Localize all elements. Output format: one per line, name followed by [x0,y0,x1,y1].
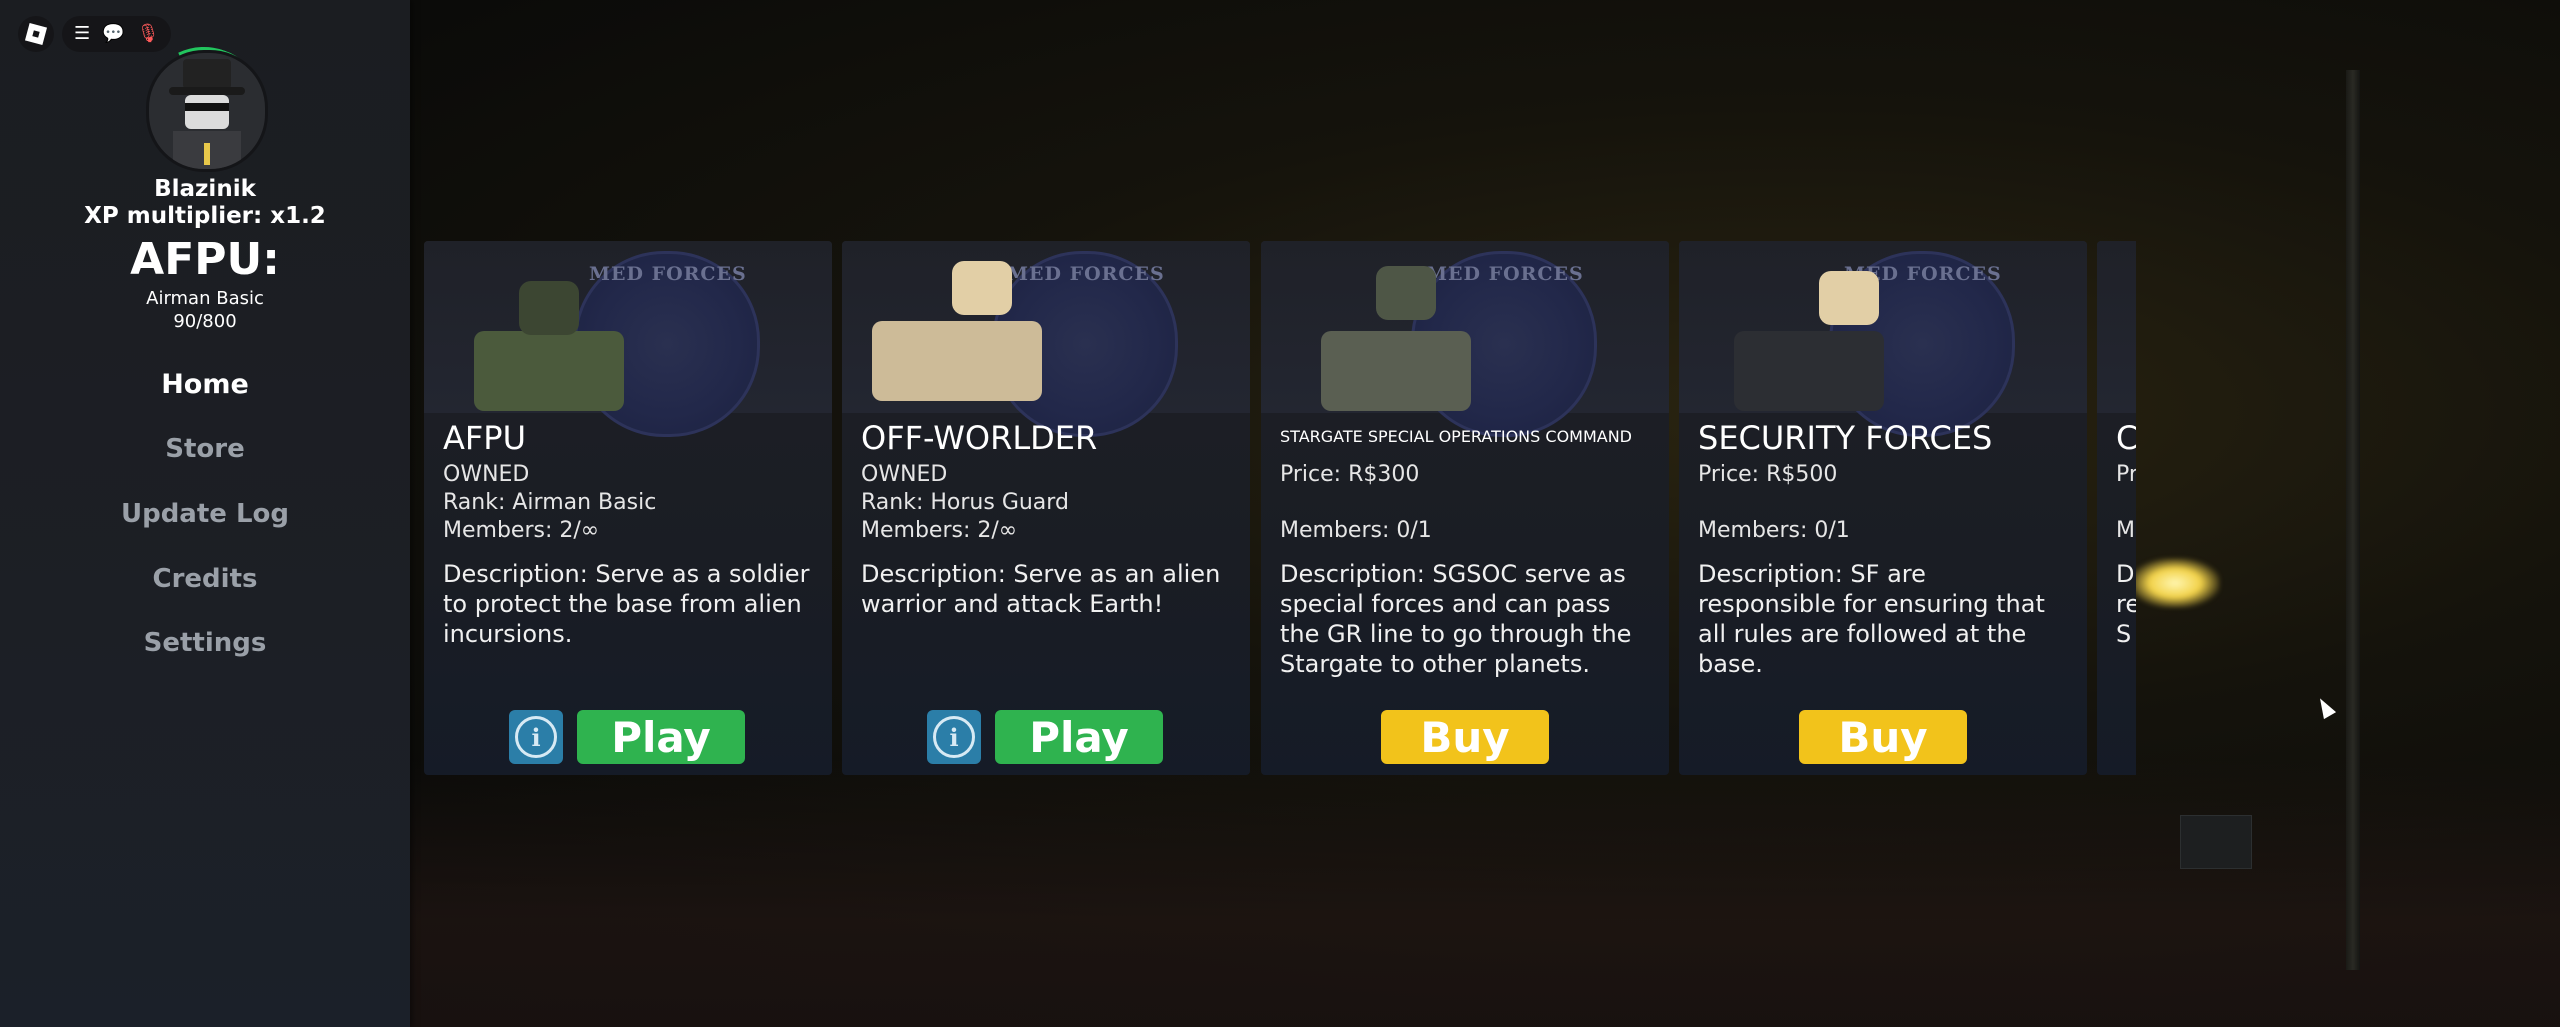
team-card-afpu: MED FORCES AFPU OWNED Rank: Airman Basic… [424,241,832,775]
buy-button[interactable]: Buy [1381,710,1549,764]
team-card-off-worlder: MED FORCES OFF-WORLDER OWNED Rank: Horus… [842,241,1250,775]
xp-multiplier: XP multiplier: x1.2 [84,203,326,229]
scene-pole [2346,70,2360,970]
team-title: AFPU [443,419,527,457]
buy-button[interactable]: Buy [1799,710,1967,764]
rank-label: Airman Basic [146,288,264,309]
username: Blazinik [154,176,256,202]
team-description: Description: Serve as an alien warrior a… [861,560,1221,618]
team-price: Price: R$300 [1280,462,1420,487]
nav-settings[interactable]: Settings [0,628,410,658]
team-price: Pr [2116,462,2136,487]
team-card-image: MED FORCES [1261,241,1669,437]
team-description: Description: SF are responsible for ensu… [1698,560,2045,678]
team-description: Description: Serve as a soldier to prote… [443,560,810,648]
team-members: Members: 2/∞ [443,518,600,543]
team-title: C [2116,419,2136,457]
play-button[interactable]: Play [577,710,745,764]
team-card-image [2097,241,2136,413]
chat-icon[interactable]: 💬 [102,25,124,43]
team-title: SECURITY FORCES [1698,419,1993,457]
scene-box [2180,815,2252,869]
team-status: OWNED [861,462,948,487]
nav-home[interactable]: Home [0,369,410,400]
team-card-image: MED FORCES [842,241,1250,437]
team-title: STARGATE SPECIAL OPERATIONS COMMAND [1280,427,1632,446]
team-title: OFF-WORLDER [861,419,1098,457]
team-members: M [2116,518,2135,543]
team-card-image: MED FORCES [1679,241,2087,437]
info-icon: i [933,716,975,758]
microphone-muted-icon[interactable]: 🎙 [137,25,160,43]
team-members: Members: 0/1 [1698,518,1850,543]
emblem-text: MED FORCES [1426,263,1584,285]
team-card-security-forces: MED FORCES SECURITY FORCES Price: R$500 … [1679,241,2087,775]
info-button[interactable]: i [509,710,563,764]
team-members: Members: 0/1 [1280,518,1432,543]
team-rank: Rank: Horus Guard [861,490,1069,515]
scene-floor [408,760,2560,1027]
scene-light [2130,558,2220,608]
team-description: Description: SGSOC serve as special forc… [1280,560,1632,678]
sidebar: Blazinik XP multiplier: x1.2 AFPU: Airma… [0,0,410,1027]
roblox-menu-button[interactable] [18,16,54,52]
nav-store[interactable]: Store [0,434,410,464]
team-card-partial: C Pr M D re S [2097,241,2136,775]
roblox-topbar: ☰ 💬 🎙 [18,16,172,52]
roblox-logo-icon [24,22,48,46]
avatar [146,50,268,172]
team-rank: Rank: Airman Basic [443,490,657,515]
emblem-text: MED FORCES [1007,263,1165,285]
menu-icon[interactable]: ☰ [74,25,90,43]
info-button[interactable]: i [927,710,981,764]
nav-update-log[interactable]: Update Log [0,499,410,529]
info-icon: i [515,716,557,758]
team-card-image: MED FORCES [424,241,832,437]
xp-progress: 90/800 [173,311,237,332]
mouse-cursor [2313,694,2337,720]
roblox-toolbar-group: ☰ 💬 🎙 [62,16,172,52]
team-name: AFPU: [130,234,280,285]
team-description: D re S [2116,560,2136,648]
play-button[interactable]: Play [995,710,1163,764]
team-status: OWNED [443,462,530,487]
team-members: Members: 2/∞ [861,518,1018,543]
team-card-sgsoc: MED FORCES STARGATE SPECIAL OPERATIONS C… [1261,241,1669,775]
team-cards-carousel[interactable]: MED FORCES AFPU OWNED Rank: Airman Basic… [424,241,2136,775]
nav-credits[interactable]: Credits [0,564,410,594]
team-price: Price: R$500 [1698,462,1838,487]
emblem-text: MED FORCES [589,263,747,285]
